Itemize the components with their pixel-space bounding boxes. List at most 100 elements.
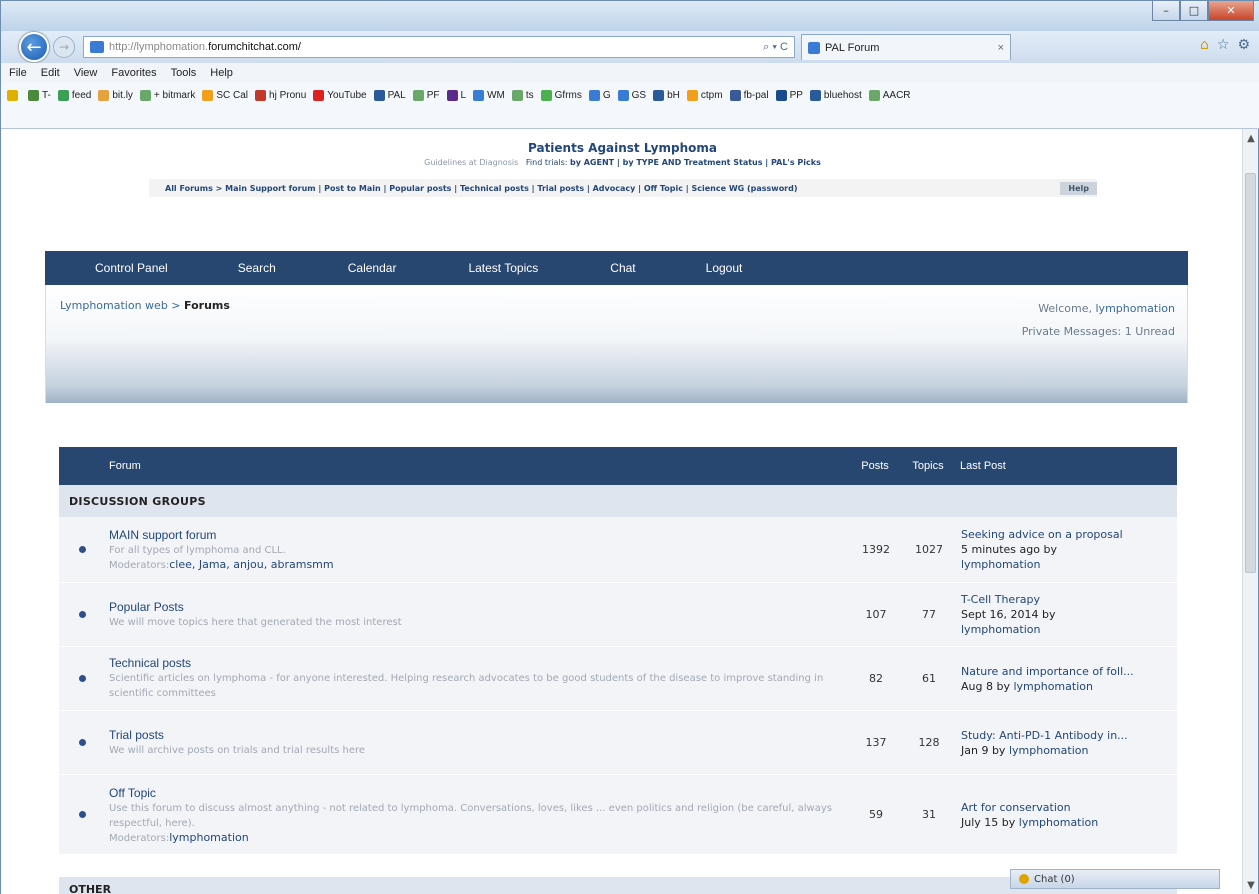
browser-tab[interactable]: PAL Forum × — [801, 34, 1011, 60]
favorite-link[interactable]: bluehost — [809, 90, 862, 101]
nav-calendar[interactable]: Calendar — [348, 261, 397, 275]
favorite-icon — [473, 90, 485, 101]
forum-link[interactable]: MAIN support forum — [109, 528, 851, 542]
forum-quick-links[interactable]: All Forums > Main Support forum | Post t… — [165, 184, 798, 193]
star-icon[interactable]: ☆ — [1217, 37, 1230, 53]
home-icon[interactable]: ⌂ — [1200, 37, 1209, 53]
moderators-links[interactable]: clee, Jama, anjou, abramsmm — [169, 558, 333, 571]
last-post-author[interactable]: lymphomation — [961, 557, 1177, 572]
favorite-label: PAL — [387, 90, 406, 101]
url-text[interactable]: http://lymphomation.forumchitchat.com/ — [109, 41, 763, 53]
last-post-link[interactable]: Seeking advice on a proposal — [961, 527, 1177, 542]
tab-close-icon[interactable]: × — [998, 42, 1004, 54]
forum-table: Forum Posts Topics Last Post DISCUSSION … — [59, 447, 1177, 855]
nav-control-panel[interactable]: Control Panel — [95, 261, 168, 275]
favorite-label: WM — [487, 90, 505, 101]
welcome-user[interactable]: lymphomation — [1096, 302, 1176, 315]
breadcrumb-root[interactable]: Lymphomation web — [60, 299, 168, 312]
header-posts: Posts — [861, 460, 889, 472]
nav-logout[interactable]: Logout — [706, 261, 743, 275]
favorite-link[interactable]: YouTube — [313, 90, 367, 101]
favorite-link[interactable]: bit.ly — [98, 90, 133, 101]
favorites-star-icon[interactable] — [7, 90, 21, 101]
scroll-up-icon[interactable]: ▲ — [1243, 133, 1259, 144]
moderators-links[interactable]: lymphomation — [169, 831, 249, 844]
last-post-author[interactable]: lymphomation — [1013, 680, 1093, 693]
last-post-author[interactable]: lymphomation — [1009, 744, 1089, 757]
last-post-link[interactable]: Nature and importance of foll... — [961, 664, 1177, 679]
forward-button[interactable]: → — [53, 36, 75, 58]
address-bar[interactable]: http://lymphomation.forumchitchat.com/ ⌕… — [83, 36, 795, 58]
last-post-link[interactable]: Art for conservation — [961, 800, 1177, 815]
favorite-link[interactable]: G — [588, 90, 611, 101]
menu-help[interactable]: Help — [210, 67, 233, 79]
favorite-link[interactable]: GS — [617, 90, 646, 101]
favorite-label: fb-pal — [743, 90, 769, 101]
favorite-link[interactable]: WM — [473, 90, 505, 101]
forum-link[interactable]: Trial posts — [109, 728, 851, 742]
menu-edit[interactable]: Edit — [41, 67, 60, 79]
forum-desc-cell: Off Topic Use this forum to discuss almo… — [105, 778, 855, 852]
site-title[interactable]: Patients Against Lymphoma — [1, 141, 1244, 155]
favorite-link[interactable]: + bitmark — [139, 90, 195, 101]
trial-links[interactable]: by AGENT | by TYPE AND Treatment Status … — [570, 158, 821, 167]
favorite-link[interactable]: PF — [412, 90, 440, 101]
favorite-icon — [653, 90, 665, 101]
favorite-icon — [511, 90, 523, 101]
forum-link[interactable]: Off Topic — [109, 786, 851, 800]
back-button[interactable]: ← — [19, 32, 49, 62]
tab-favicon-icon — [808, 41, 820, 54]
help-button[interactable]: Help — [1060, 181, 1097, 195]
last-post-author[interactable]: lymphomation — [1019, 816, 1099, 829]
close-window-button[interactable]: ✕ — [1208, 1, 1254, 21]
table-header: Forum Posts Topics Last Post — [59, 447, 1177, 485]
scrollbar-thumb[interactable] — [1245, 173, 1256, 573]
last-post-author[interactable]: lymphomation — [961, 622, 1177, 637]
minimize-button[interactable]: – — [1152, 1, 1180, 21]
favorite-label: G — [602, 90, 611, 101]
chat-widget[interactable]: Chat (0) — [1010, 869, 1220, 889]
menu-favorites[interactable]: Favorites — [111, 67, 156, 79]
menu-tools[interactable]: Tools — [171, 67, 197, 79]
forum-bullet-icon — [59, 739, 105, 746]
nav-search[interactable]: Search — [238, 261, 276, 275]
last-post-date: July 15 by — [961, 815, 1016, 829]
nav-chat[interactable]: Chat — [610, 261, 635, 275]
scroll-down-icon[interactable]: ▼ — [1243, 880, 1259, 891]
title-bar: – □ ✕ — [1, 1, 1259, 31]
favorite-label: AACR — [882, 90, 911, 101]
gear-icon[interactable]: ⚙ — [1237, 37, 1250, 53]
favorite-link[interactable]: PAL — [373, 90, 406, 101]
forum-bullet-icon — [59, 611, 105, 618]
favorite-link[interactable]: SC Cal — [202, 90, 248, 101]
favorite-link[interactable]: ctpm — [686, 90, 723, 101]
last-post-link[interactable]: T-Cell Therapy — [961, 592, 1177, 607]
favorite-icon — [540, 90, 552, 101]
favorite-link[interactable]: hj Pronu — [255, 90, 306, 101]
forum-link[interactable]: Popular Posts — [109, 600, 851, 614]
favorite-link[interactable]: ts — [511, 90, 534, 101]
menu-file[interactable]: File — [9, 67, 27, 79]
private-messages-link[interactable]: Private Messages: 1 Unread — [1022, 320, 1175, 343]
favorite-link[interactable]: AACR — [868, 90, 911, 101]
favorite-link[interactable]: T- — [28, 90, 51, 101]
forum-moderators: Moderators:lymphomation — [109, 831, 851, 844]
favorite-link[interactable]: bH — [653, 90, 680, 101]
window-controls: – □ ✕ — [1152, 1, 1254, 21]
favorite-label: PF — [426, 90, 440, 101]
favorite-link[interactable]: Gfrms — [540, 90, 582, 101]
favorite-icon — [255, 90, 267, 101]
menu-view[interactable]: View — [74, 67, 98, 79]
guidelines-link[interactable]: Guidelines at Diagnosis — [424, 158, 518, 167]
favorite-link[interactable]: feed — [57, 90, 91, 101]
vertical-scrollbar[interactable]: ▲ ▼ — [1242, 129, 1258, 894]
search-refresh-icons[interactable]: ⌕ ▾ C — [763, 41, 788, 54]
favorite-link[interactable]: fb-pal — [729, 90, 769, 101]
favorite-link[interactable]: L — [446, 90, 466, 101]
favorite-link[interactable]: PP — [775, 90, 803, 101]
last-post-link[interactable]: Study: Anti-PD-1 Antibody in... — [961, 728, 1177, 743]
topics-count: 128 — [918, 736, 940, 749]
maximize-button[interactable]: □ — [1180, 1, 1208, 21]
nav-latest-topics[interactable]: Latest Topics — [468, 261, 538, 275]
forum-link[interactable]: Technical posts — [109, 656, 851, 670]
